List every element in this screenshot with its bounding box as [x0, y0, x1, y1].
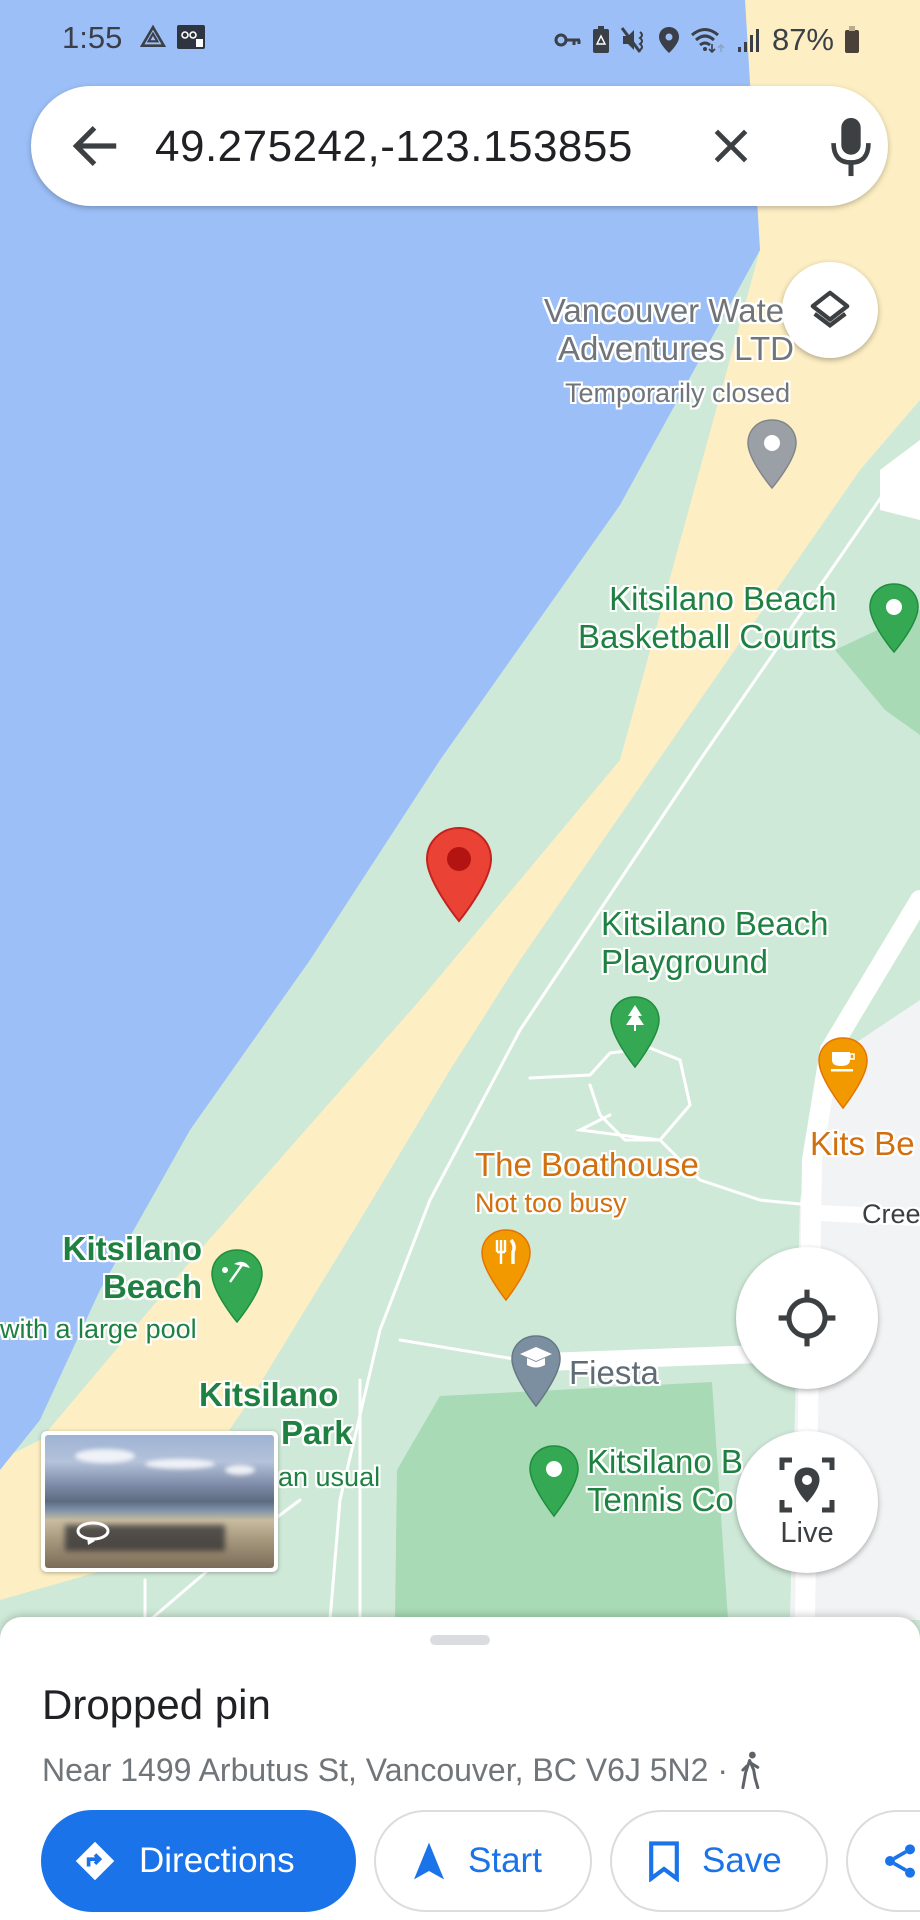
live-view-label: Live — [780, 1516, 834, 1549]
my-location-icon — [778, 1289, 836, 1347]
place-label-vancouver-water-adventures[interactable]: Vancouver Wate Adventures LTD — [534, 292, 794, 369]
sheet-drag-handle[interactable] — [430, 1635, 490, 1645]
status-bar: 1:55 87% — [0, 0, 920, 80]
directions-label: Directions — [139, 1841, 295, 1880]
status-time: 1:55 — [62, 20, 123, 55]
location-icon — [658, 27, 679, 53]
layers-button[interactable] — [782, 262, 878, 358]
wifi-icon — [690, 28, 725, 54]
walking-icon — [741, 1751, 760, 1789]
save-label: Save — [702, 1841, 782, 1880]
place-label-kitsilano-beach[interactable]: Kitsilano Beach — [52, 1230, 202, 1307]
street-view-thumbnail[interactable] — [41, 1431, 278, 1572]
share-button[interactable] — [846, 1810, 920, 1912]
rotate-360-icon — [76, 1521, 110, 1545]
my-location-button[interactable] — [736, 1247, 878, 1389]
directions-icon — [75, 1841, 115, 1881]
cafe-pin-icon[interactable] — [817, 1036, 869, 1110]
close-icon[interactable] — [709, 124, 753, 168]
place-label-kits-beach-coffee[interactable]: Kits Be — [810, 1125, 915, 1163]
closed-place-pin-icon[interactable] — [746, 418, 798, 490]
save-button[interactable]: Save — [610, 1810, 828, 1912]
place-status-temporarily-closed: Temporarily closed — [565, 378, 791, 408]
place-bottom-sheet: Dropped pin Near 1499 Arbutus St, Vancou… — [0, 1617, 920, 1920]
place-label-playground[interactable]: Kitsilano Beach Playground — [601, 905, 828, 982]
navigation-arrow-icon — [414, 1842, 444, 1880]
beach-pin-icon[interactable] — [210, 1248, 264, 1324]
tennis-pin-icon[interactable] — [528, 1444, 580, 1518]
start-label: Start — [468, 1841, 542, 1880]
tree-pin-icon[interactable] — [609, 995, 661, 1069]
place-status-large-pool: with a large pool — [0, 1314, 197, 1344]
street-label-cree: Cree — [862, 1199, 920, 1229]
drive-icon — [140, 24, 166, 47]
place-title: Dropped pin — [42, 1681, 271, 1728]
voicemail-icon — [177, 25, 205, 49]
battery-saver-icon — [592, 26, 609, 53]
school-pin-icon[interactable] — [510, 1334, 562, 1408]
action-buttons: Directions Start Save — [41, 1810, 920, 1912]
battery-percent: 87% — [771, 22, 834, 57]
dropped-pin-icon[interactable] — [425, 826, 493, 924]
layers-icon — [810, 290, 850, 328]
place-label-basketball-courts[interactable]: Kitsilano Beach Basketball Courts — [578, 580, 837, 657]
search-input[interactable]: 49.275242,-123.153855 — [155, 122, 633, 172]
street-view-image — [45, 1435, 274, 1568]
start-button[interactable]: Start — [374, 1810, 592, 1912]
address-text: Near 1499 Arbutus St, Vancouver, BC V6J … — [42, 1751, 728, 1788]
arrow-back-icon[interactable] — [67, 118, 123, 174]
place-status-park: an usual — [278, 1462, 381, 1492]
place-status-not-too-busy: Not too busy — [475, 1188, 627, 1218]
mute-icon — [620, 27, 643, 53]
place-address: Near 1499 Arbutus St, Vancouver, BC V6J … — [42, 1751, 764, 1789]
signal-icon — [737, 29, 759, 52]
mic-icon[interactable] — [831, 116, 871, 178]
battery-icon — [845, 26, 859, 53]
place-label-tennis-courts[interactable]: Kitsilano B Tennis Co — [587, 1443, 743, 1520]
restaurant-pin-icon[interactable] — [480, 1228, 532, 1302]
live-view-button[interactable]: Live — [736, 1431, 878, 1573]
bookmark-icon — [649, 1841, 679, 1882]
share-icon — [885, 1844, 915, 1878]
park-pin-icon[interactable] — [868, 582, 920, 654]
directions-button[interactable]: Directions — [41, 1810, 356, 1912]
live-view-icon — [779, 1457, 835, 1512]
place-label-the-boathouse[interactable]: The Boathouse — [475, 1146, 699, 1184]
vpn-key-icon — [554, 33, 581, 47]
place-label-fiesta[interactable]: Fiesta — [569, 1354, 659, 1392]
search-bar[interactable]: 49.275242,-123.153855 — [31, 86, 888, 206]
